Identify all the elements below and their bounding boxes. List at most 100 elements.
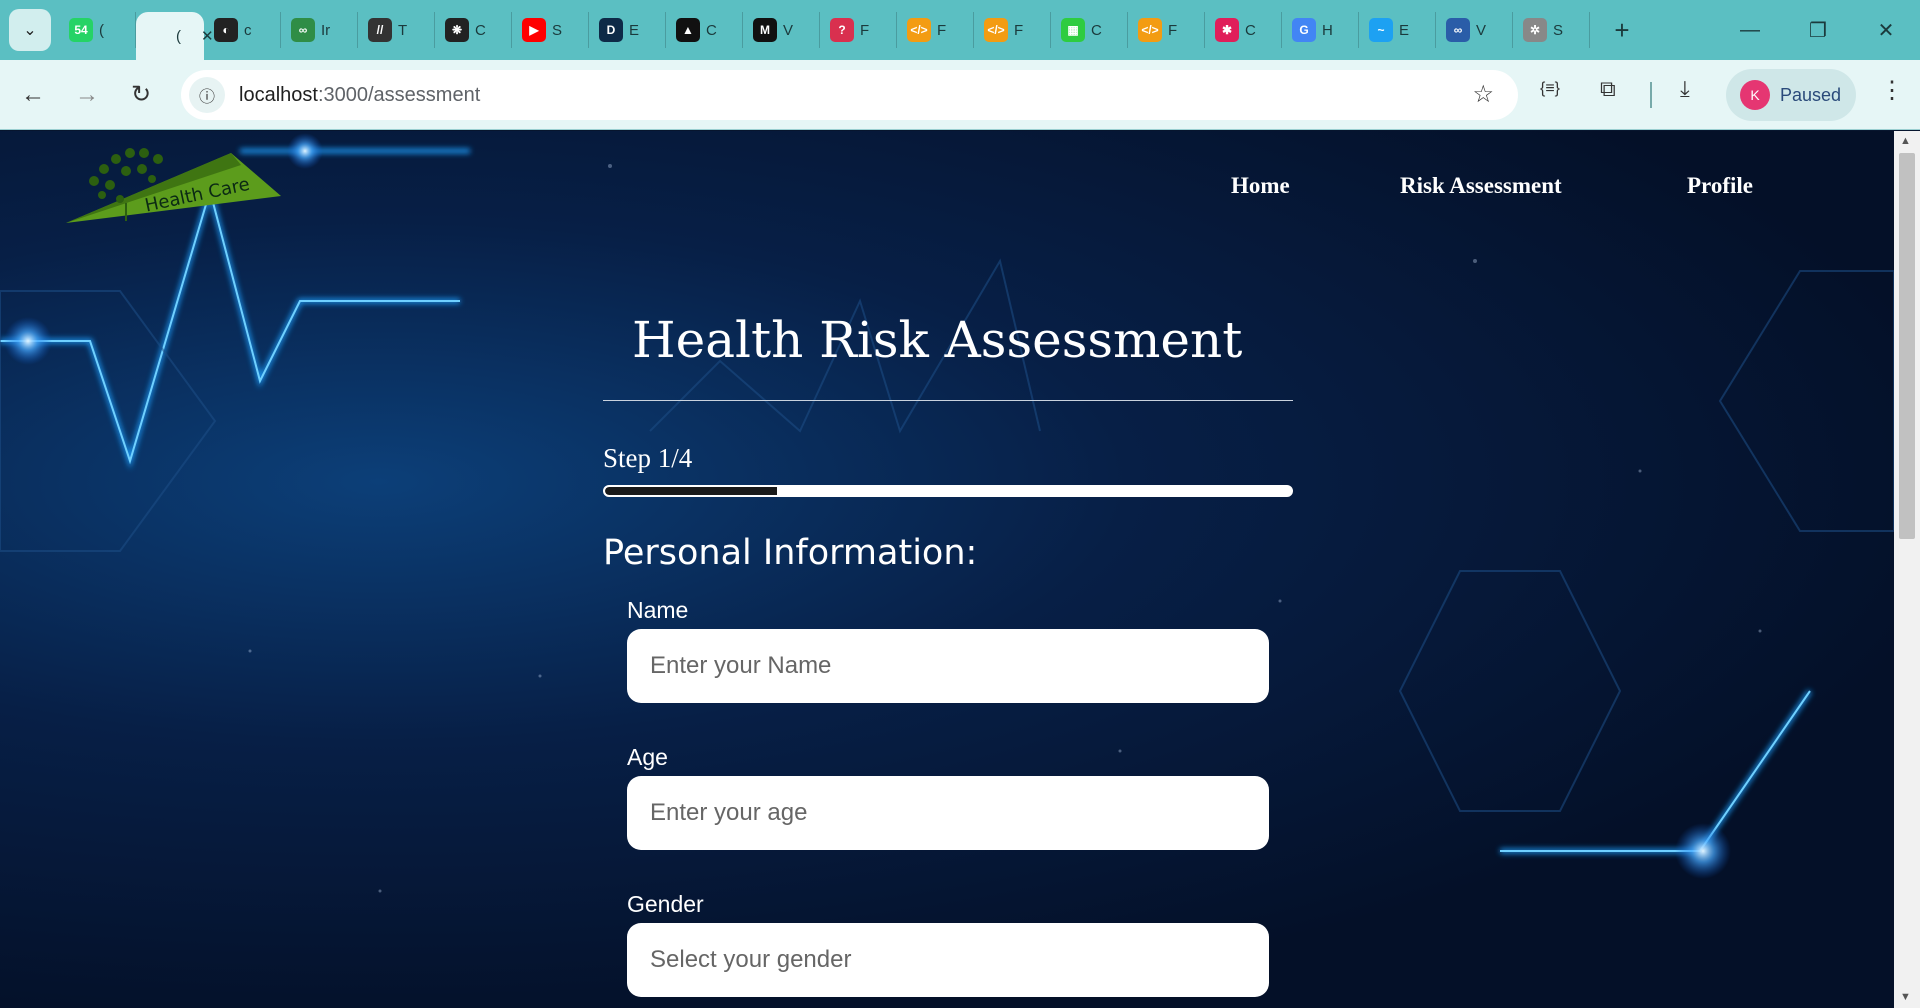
tab-title: C [706, 21, 717, 39]
d-icon: D [599, 18, 623, 42]
tab-title: C [1245, 21, 1256, 39]
image-icon: ✲ [1523, 18, 1547, 42]
github-icon: ◐ [214, 18, 238, 42]
address-bar[interactable]: ⓘ localhost:3000/assessment ☆ [181, 70, 1518, 120]
step-indicator: Step 1/4 [603, 443, 693, 473]
browser-chrome: ⌄ 54((✕ ◐ c ∞ Ir//T ❋ C ▶ S D E ▲ C M V? F </> F </> F ▦ C </>… [0, 0, 1920, 130]
code-icon: </> [984, 18, 1008, 42]
browser-tab[interactable]: (✕ [136, 12, 214, 60]
browser-tab[interactable]: ◐ c [204, 12, 281, 48]
green-app-icon: ▦ [1061, 18, 1085, 42]
gender-select[interactable] [627, 923, 1269, 997]
nav-risk-assessment[interactable]: Risk Assessment [1400, 173, 1562, 199]
triangle-icon: ▲ [676, 18, 700, 42]
site-info-icon[interactable]: ⓘ [189, 77, 225, 113]
tab-title: E [1399, 21, 1410, 39]
question-icon: ? [830, 18, 854, 42]
tab-title: C [1091, 21, 1102, 39]
tab-title: F [860, 21, 870, 39]
browser-tab[interactable]: ? F [820, 12, 897, 48]
browser-toolbar: ← → ↻ ⓘ localhost:3000/assessment ☆ {≡} … [0, 60, 1920, 130]
restore-button[interactable]: ❐ [1784, 0, 1852, 60]
new-tab-button[interactable]: + [1604, 15, 1640, 46]
nav-profile[interactable]: Profile [1687, 173, 1753, 199]
step-progress-bar [603, 485, 1293, 497]
browser-tab[interactable]: DE [589, 12, 666, 48]
tab-title: H [1322, 21, 1333, 39]
extensions-puzzle-icon[interactable]: ⧉ [1600, 76, 1616, 102]
section-title: Personal Information: [603, 533, 978, 573]
browser-tab[interactable]: // T [358, 12, 435, 48]
back-button[interactable]: ← [6, 68, 60, 122]
tab-title: Ir [321, 21, 331, 39]
tab-title: F [1168, 21, 1178, 39]
browser-tab[interactable]: GH [1282, 12, 1359, 48]
browser-tab[interactable]: ▶ S [512, 12, 589, 48]
browser-tab[interactable]: ~ E [1359, 12, 1436, 48]
tab-search-button[interactable]: ⌄ [9, 9, 51, 51]
slash-icon: // [368, 18, 392, 42]
browser-menu-icon[interactable]: ⋮ [1880, 76, 1904, 105]
tab-title: S [552, 21, 563, 39]
browser-tab[interactable]: ❋ C [435, 12, 512, 48]
scroll-up-arrow-icon[interactable]: ▲ [1900, 135, 1911, 147]
browser-tab[interactable]: ∞ V [1436, 12, 1513, 48]
profile-button[interactable]: K Paused [1726, 69, 1856, 121]
slack-icon: ✱ [1215, 18, 1239, 42]
browser-tab[interactable]: ▲ C [666, 12, 743, 48]
step-progress-fill [605, 487, 777, 495]
json-extension-icon[interactable]: {≡} [1540, 80, 1560, 98]
age-input[interactable] [627, 776, 1269, 850]
code-icon: </> [1138, 18, 1162, 42]
browser-tab[interactable]: </> F [1128, 12, 1205, 48]
reload-button[interactable]: ↻ [114, 68, 168, 122]
health-care-logo[interactable]: Health Care [66, 141, 286, 231]
scrollbar-thumb[interactable] [1899, 153, 1915, 539]
medium-icon: M [753, 18, 777, 42]
url-text: localhost:3000/assessment [239, 84, 480, 107]
page-viewport: Health Care Home Risk Assessment Profile… [0, 131, 1894, 1008]
browser-tab[interactable]: </> F [974, 12, 1051, 48]
avatar: K [1740, 80, 1770, 110]
close-window-button[interactable]: ✕ [1852, 0, 1920, 60]
name-label: Name [627, 597, 689, 623]
tab-strip: ⌄ 54((✕ ◐ c ∞ Ir//T ❋ C ▶ S D E ▲ C M V? F </> F </> F ▦ C </>… [0, 0, 1920, 60]
profile-status: Paused [1780, 84, 1842, 105]
google-icon: G [1292, 18, 1316, 42]
browser-tab[interactable]: </> F [897, 12, 974, 48]
whatsapp-icon: 54 [69, 18, 93, 42]
geeksforgeeks-icon: ∞ [291, 18, 315, 42]
tab-title: c [244, 21, 252, 39]
url-path: :3000/assessment [317, 83, 481, 106]
tab-title: F [937, 21, 947, 39]
url-host: localhost [239, 83, 318, 106]
minimize-button[interactable]: — [1716, 0, 1784, 60]
tab-title: C [475, 21, 486, 39]
chatgpt-icon: ❋ [445, 18, 469, 42]
tab-title: V [1476, 21, 1487, 39]
tab-title: V [783, 21, 794, 39]
tab-list: 54((✕ ◐ c ∞ Ir//T ❋ C ▶ S D E ▲ C M V? F </> F </> F ▦ C </> F ✱… [59, 0, 1590, 60]
nav-home[interactable]: Home [1231, 173, 1290, 199]
name-input[interactable] [627, 629, 1269, 703]
age-label: Age [627, 744, 668, 770]
tab-title: T [398, 21, 408, 39]
browser-tab[interactable]: MV [743, 12, 820, 48]
page-scrollbar[interactable]: ▲ ▼ [1894, 131, 1920, 1008]
bookmark-star-icon[interactable]: ☆ [1472, 80, 1494, 109]
tab-title: ( [99, 21, 104, 39]
tab-title: ( [176, 27, 181, 45]
gender-label: Gender [627, 891, 704, 917]
browser-tab[interactable]: ∞ Ir [281, 12, 358, 48]
browser-tab[interactable]: ✱ C [1205, 12, 1282, 48]
forward-button[interactable]: → [60, 68, 114, 122]
code-icon: </> [907, 18, 931, 42]
active-tab-icon [146, 24, 170, 48]
scroll-down-arrow-icon[interactable]: ▼ [1900, 991, 1911, 1003]
browser-tab[interactable]: ✲ S [1513, 12, 1590, 48]
browser-tab[interactable]: ▦ C [1051, 12, 1128, 48]
bird-icon: ~ [1369, 18, 1393, 42]
title-divider [603, 400, 1293, 401]
downloads-icon[interactable]: ⤓ [1680, 76, 1690, 102]
browser-tab[interactable]: 54 ( [59, 12, 136, 48]
